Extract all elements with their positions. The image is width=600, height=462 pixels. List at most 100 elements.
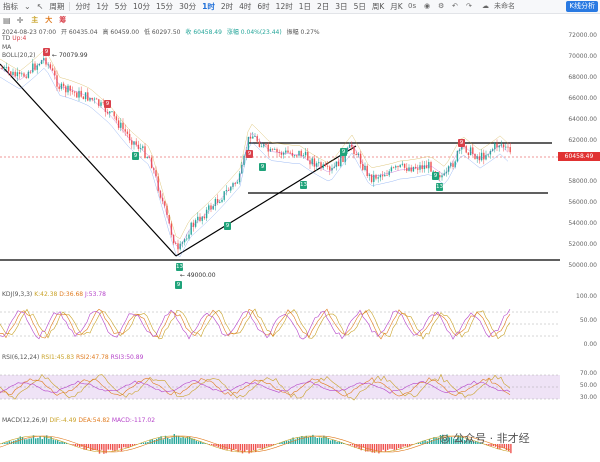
tf-6h[interactable]: 6时 bbox=[254, 0, 272, 13]
macd-bar bbox=[15, 440, 17, 444]
macd-bar bbox=[114, 444, 116, 452]
macd-bar bbox=[310, 436, 312, 444]
settings-icon[interactable]: ⚙ bbox=[438, 0, 444, 13]
tf-2h[interactable]: 2时 bbox=[218, 0, 236, 13]
kdj-chart[interactable] bbox=[0, 298, 560, 350]
kdj-axis-tick: 100.00 bbox=[576, 293, 597, 300]
tf-5d[interactable]: 5日 bbox=[351, 0, 369, 13]
chip-chips[interactable]: 筹 bbox=[57, 15, 68, 25]
axis-tick: 54000.00 bbox=[568, 220, 597, 227]
tf-3d[interactable]: 3日 bbox=[332, 0, 350, 13]
candle bbox=[469, 145, 472, 156]
kdj-axis-tick: 0.00 bbox=[583, 341, 597, 348]
macd-bar bbox=[149, 440, 151, 444]
candle bbox=[395, 164, 397, 171]
macd-bar bbox=[202, 442, 204, 444]
crosshair-icon[interactable]: ✛ bbox=[14, 14, 27, 27]
macd-bar bbox=[332, 439, 334, 444]
macd-bar bbox=[318, 437, 321, 444]
candle bbox=[223, 190, 225, 202]
tf-5m[interactable]: 5分 bbox=[112, 0, 130, 13]
candle bbox=[249, 132, 252, 143]
macd-bar bbox=[266, 444, 268, 447]
tf-1m[interactable]: 1分 bbox=[93, 0, 111, 13]
tf-week[interactable]: 周K bbox=[369, 0, 387, 13]
cursor-icon[interactable]: ↖ bbox=[34, 0, 47, 13]
cloud-icon[interactable]: ☁ bbox=[482, 0, 489, 13]
rsi-axis-tick: 70.00 bbox=[579, 370, 597, 377]
macd-bar bbox=[103, 444, 105, 454]
macd-bar bbox=[153, 440, 156, 444]
chip-main[interactable]: 主 bbox=[29, 15, 40, 25]
tf-4h[interactable]: 4时 bbox=[236, 0, 254, 13]
macd-bar bbox=[162, 439, 164, 444]
candle bbox=[5, 62, 8, 71]
tf-1d[interactable]: 1日 bbox=[296, 0, 314, 13]
macd-bar bbox=[233, 444, 235, 450]
undo-icon[interactable]: ↶ bbox=[452, 0, 458, 13]
tf-2d[interactable]: 2日 bbox=[314, 0, 332, 13]
macd-bar bbox=[48, 438, 50, 444]
macd-bar bbox=[391, 444, 393, 449]
macd-bar bbox=[72, 444, 74, 445]
indicator-menu[interactable]: 指标 bbox=[0, 0, 21, 13]
candle bbox=[381, 170, 384, 181]
candle bbox=[311, 156, 313, 167]
layout-name[interactable]: 未命名 bbox=[494, 0, 515, 13]
macd-bar bbox=[351, 444, 354, 446]
macd-bar bbox=[145, 442, 147, 444]
macd-bar bbox=[171, 437, 173, 444]
candle bbox=[318, 158, 320, 167]
tf-1h[interactable]: 1时 bbox=[199, 0, 218, 13]
candle bbox=[390, 165, 393, 173]
candle bbox=[225, 185, 228, 196]
candle bbox=[414, 163, 417, 170]
candle bbox=[476, 154, 478, 163]
axis-tick: 64000.00 bbox=[568, 116, 597, 123]
candle bbox=[480, 149, 483, 162]
td-badge: 9 bbox=[246, 150, 253, 158]
macd-bar bbox=[4, 442, 6, 444]
macd-bar bbox=[257, 444, 259, 449]
candlestick-chart[interactable] bbox=[0, 28, 560, 290]
macd-bar bbox=[263, 444, 266, 449]
td-badge: 9 bbox=[104, 100, 111, 108]
rsi-axis-tick: 30.00 bbox=[579, 394, 597, 401]
macd-bar bbox=[41, 439, 43, 444]
tf-intraday[interactable]: 分时 bbox=[72, 0, 93, 13]
kline-analysis-button[interactable]: K线分析 bbox=[566, 1, 598, 12]
chart-type-icon[interactable]: ▤ bbox=[0, 14, 14, 27]
rsi-chart[interactable] bbox=[0, 362, 560, 412]
candle bbox=[494, 141, 496, 153]
tf-month[interactable]: 月K bbox=[387, 0, 405, 13]
td-badge: 13 bbox=[436, 183, 443, 191]
macd-bar bbox=[296, 437, 299, 444]
candle bbox=[505, 143, 507, 150]
candle bbox=[221, 198, 223, 204]
tf-30m[interactable]: 30分 bbox=[176, 0, 199, 13]
macd-bar bbox=[307, 437, 310, 444]
candle bbox=[208, 203, 210, 214]
macd-bar bbox=[404, 444, 406, 447]
tf-12h[interactable]: 12时 bbox=[273, 0, 296, 13]
candle bbox=[18, 69, 21, 79]
candle bbox=[210, 202, 212, 213]
redo-icon[interactable]: ↷ bbox=[466, 0, 472, 13]
candle bbox=[69, 85, 71, 96]
tf-10m[interactable]: 10分 bbox=[130, 0, 153, 13]
candle bbox=[465, 144, 467, 154]
candle bbox=[67, 83, 69, 96]
chevron-down-icon[interactable]: ⌄ bbox=[21, 0, 34, 13]
macd-bar bbox=[26, 439, 28, 444]
macd-bar bbox=[59, 441, 61, 444]
candle bbox=[425, 160, 428, 169]
axis-tick: 50000.00 bbox=[568, 262, 597, 269]
macd-bar bbox=[435, 437, 437, 444]
chip-large[interactable]: 大 bbox=[43, 15, 54, 25]
candle bbox=[397, 165, 399, 171]
macd-bar bbox=[164, 435, 167, 444]
macd-bar bbox=[349, 444, 351, 446]
tf-15m[interactable]: 15分 bbox=[153, 0, 176, 13]
period-label[interactable]: 周期 bbox=[46, 0, 67, 13]
camera-icon[interactable]: ◉ bbox=[424, 0, 430, 13]
